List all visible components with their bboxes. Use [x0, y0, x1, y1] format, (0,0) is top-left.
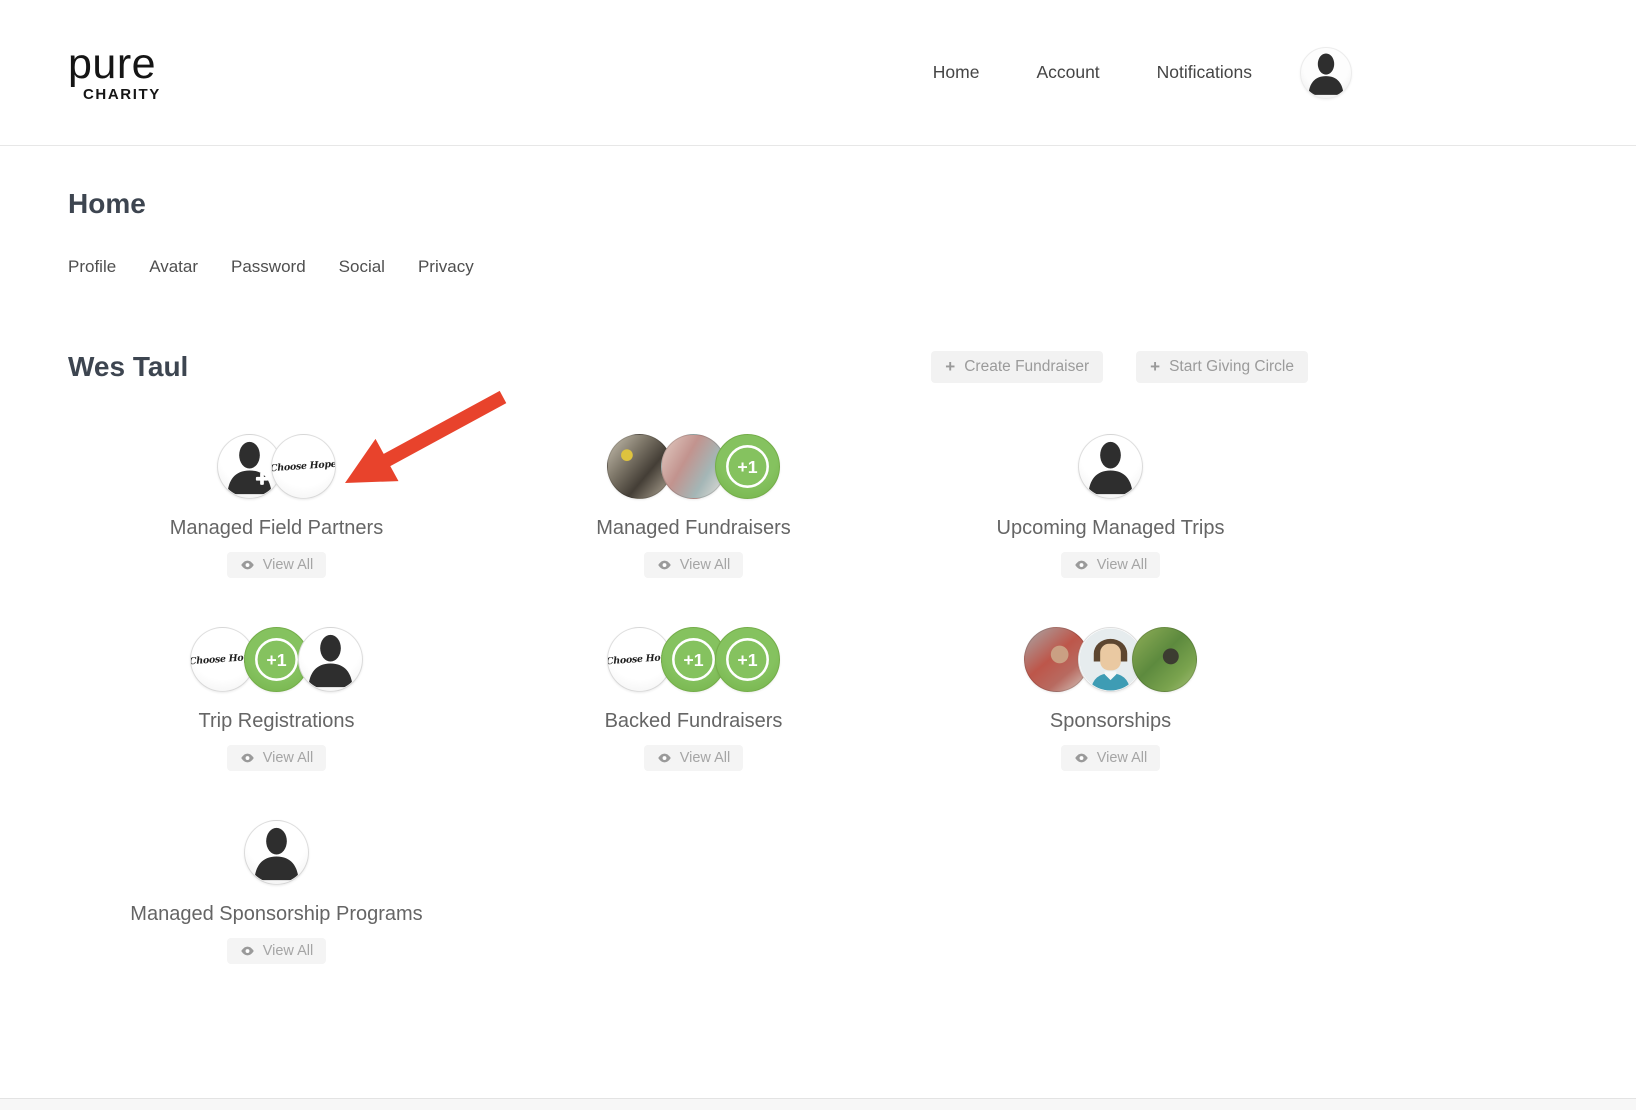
section-actions: + Create Fundraiser + Start Giving Circle [931, 351, 1308, 383]
avatar-stack [244, 819, 309, 885]
svg-text:+1: +1 [737, 456, 757, 476]
subnav-avatar[interactable]: Avatar [149, 257, 198, 277]
person-icon[interactable] [244, 820, 309, 885]
view-all-label: View All [680, 557, 731, 573]
dashboard-grid: Choose Hope Managed Field Partners View Al… [68, 433, 1320, 964]
view-all-button[interactable]: View All [644, 552, 744, 578]
footer-bar [0, 1098, 1636, 1110]
view-all-button[interactable]: View All [227, 745, 327, 771]
user-name-heading: Wes Taul [68, 351, 188, 383]
settings-subnav: Profile Avatar Password Social Privacy [68, 257, 1320, 277]
card-title: Managed Fundraisers [596, 517, 791, 540]
card-title: Managed Sponsorship Programs [130, 903, 422, 926]
card-title: Backed Fundraisers [605, 710, 783, 733]
view-all-button[interactable]: View All [1061, 552, 1161, 578]
eye-icon [240, 946, 255, 956]
create-fundraiser-button[interactable]: + Create Fundraiser [931, 351, 1103, 383]
svg-text:+1: +1 [737, 649, 757, 669]
avatar-stack: Choose Hope+1+1 [607, 626, 780, 692]
section-head: Wes Taul + Create Fundraiser + Start Giving… [68, 351, 1308, 383]
card-managed-sponsorship-programs: Managed Sponsorship Programs View All [68, 819, 485, 964]
nav-account[interactable]: Account [1036, 62, 1099, 83]
card-managed-fundraisers: +1 Managed Fundraisers View All [485, 433, 902, 578]
avatar-stack: Choose Hope [217, 433, 336, 499]
card-upcoming-managed-trips: Upcoming Managed Trips View All [902, 433, 1319, 578]
view-all-button[interactable]: View All [227, 552, 327, 578]
main-content: Home ProfileAvatarPasswordSocialPrivacy … [0, 146, 1320, 964]
view-all-button[interactable]: View All [227, 938, 327, 964]
card-title: Upcoming Managed Trips [997, 517, 1225, 540]
eye-icon [1074, 753, 1089, 763]
script-logo-icon[interactable]: Choose Hope [271, 434, 336, 499]
plus-one-icon[interactable]: +1 [715, 434, 780, 499]
logo-wordmark: pure [68, 43, 161, 86]
view-all-label: View All [263, 750, 314, 766]
script-logo-text: Choose Hope [271, 458, 336, 474]
card-trip-registrations: Choose Hope+1 Trip Registrations View All [68, 626, 485, 771]
card-sponsorships: Sponsorships View All [902, 626, 1319, 771]
pure-charity-logo[interactable]: pure CHARITY [68, 43, 161, 102]
avatar-stack [1024, 626, 1197, 692]
card-title: Managed Field Partners [170, 517, 383, 540]
action-label: Start Giving Circle [1169, 358, 1294, 376]
logo-subtext: CHARITY [83, 87, 161, 102]
nav-notifications[interactable]: Notifications [1157, 62, 1252, 83]
eye-icon [657, 560, 672, 570]
photo-child-grass-avatar[interactable] [1132, 627, 1197, 692]
view-all-label: View All [263, 943, 314, 959]
plus-icon: + [1150, 357, 1160, 377]
person-icon[interactable] [298, 627, 363, 692]
nav-home[interactable]: Home [933, 62, 980, 83]
header: pure CHARITY Home Account Notifications [0, 0, 1636, 146]
page: pure CHARITY Home Account Notifications Ho… [0, 0, 1636, 1110]
view-all-label: View All [1097, 750, 1148, 766]
user-avatar[interactable] [1300, 47, 1352, 99]
view-all-button[interactable]: View All [644, 745, 744, 771]
header-right: Home Account Notifications [933, 47, 1352, 99]
avatar-stack: Choose Hope+1 [190, 626, 363, 692]
eye-icon [240, 560, 255, 570]
plus-one-icon[interactable]: +1 [715, 627, 780, 692]
subnav-privacy[interactable]: Privacy [418, 257, 474, 277]
eye-icon [1074, 560, 1089, 570]
view-all-label: View All [680, 750, 731, 766]
main-nav-links: Home Account Notifications [933, 62, 1252, 83]
card-backed-fundraisers: Choose Hope+1+1Backed FundraisersView Al… [485, 626, 902, 771]
avatar-stack [1078, 433, 1143, 499]
action-label: Create Fundraiser [964, 358, 1089, 376]
subnav-social[interactable]: Social [339, 257, 385, 277]
svg-text:+1: +1 [266, 649, 286, 669]
avatar-stack: +1 [607, 433, 780, 499]
card-title: Trip Registrations [199, 710, 355, 733]
plus-icon: + [945, 357, 955, 377]
page-title: Home [68, 188, 1320, 220]
start-giving-circle-button[interactable]: + Start Giving Circle [1136, 351, 1308, 383]
eye-icon [657, 753, 672, 763]
view-all-label: View All [1097, 557, 1148, 573]
view-all-label: View All [263, 557, 314, 573]
card-title: Sponsorships [1050, 710, 1171, 733]
view-all-button[interactable]: View All [1061, 745, 1161, 771]
eye-icon [240, 753, 255, 763]
subnav-profile[interactable]: Profile [68, 257, 116, 277]
subnav-password[interactable]: Password [231, 257, 306, 277]
person-icon[interactable] [1078, 434, 1143, 499]
card-managed-field-partners: Choose Hope Managed Field Partners View Al… [68, 433, 485, 578]
svg-text:+1: +1 [683, 649, 703, 669]
